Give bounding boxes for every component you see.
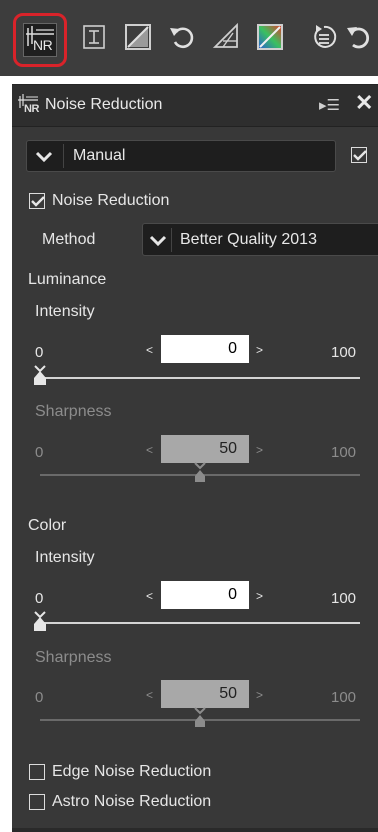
luminance-intensity-slider-thumb[interactable] (33, 370, 47, 386)
color-sharpness-min: 0 (35, 689, 44, 706)
color-sharpness-max: 100 (331, 689, 357, 706)
color-label: Color (28, 517, 67, 534)
edge-noise-reduction-label: Edge Noise Reduction (52, 763, 212, 780)
title-icon-text: NR (24, 103, 39, 115)
luminance-intensity-min: 0 (35, 344, 44, 361)
straighten-tool-button[interactable] (74, 17, 114, 57)
preset-enable-checkbox[interactable] (351, 147, 367, 163)
astro-noise-reduction-checkbox[interactable] (29, 794, 45, 810)
color-intensity-label: Intensity (35, 549, 95, 566)
rotate-tool-button[interactable] (162, 17, 202, 57)
luminance-intensity-track[interactable] (40, 377, 360, 379)
method-label: Method (42, 231, 96, 248)
luminance-intensity-input[interactable]: 0 (161, 335, 249, 363)
divider (171, 228, 172, 252)
nr-icon-text: NR (33, 37, 53, 53)
noise-reduction-icon: NR (23, 23, 57, 57)
decrement-arrow-icon[interactable]: < (146, 589, 153, 603)
color-sharpness-input: 50 (161, 680, 249, 708)
luminance-sharpness-input: 50 (161, 435, 249, 463)
toolbar: NR (0, 0, 378, 76)
luminance-intensity-max: 100 (331, 344, 357, 361)
undo-tool-button[interactable] (340, 17, 378, 57)
chevron-down-icon (35, 151, 53, 163)
close-icon[interactable]: ✕ (355, 92, 373, 114)
luminance-sharpness-slider-thumb (195, 470, 205, 482)
increment-arrow-icon: > (256, 443, 264, 457)
history-tool-button[interactable] (304, 17, 344, 57)
method-value: Better Quality 2013 (180, 231, 317, 248)
increment-arrow-icon[interactable]: > (256, 589, 263, 603)
astro-noise-reduction-label: Astro Noise Reduction (52, 793, 212, 810)
panel-menu-icon[interactable]: ▸☰ (319, 96, 340, 114)
levels-curves-tool-button[interactable] (118, 17, 158, 57)
color-balance-icon (257, 24, 283, 50)
decrement-arrow-icon[interactable]: < (146, 343, 153, 357)
color-intensity-input[interactable]: 0 (161, 581, 249, 609)
decrement-arrow-icon: < (146, 443, 154, 457)
straighten-icon (83, 25, 105, 49)
preset-value: Manual (73, 147, 126, 164)
preset-select[interactable]: Manual (26, 140, 336, 172)
noise-reduction-checkbox[interactable] (29, 193, 45, 209)
increment-arrow-icon: > (256, 688, 264, 702)
color-tool-button[interactable] (250, 17, 290, 57)
perspective-tool-button[interactable] (207, 17, 247, 57)
checkmark-icon (31, 196, 45, 207)
color-intensity-min: 0 (35, 590, 44, 607)
increment-arrow-icon[interactable]: > (256, 343, 263, 357)
decrement-arrow-icon: < (146, 688, 154, 702)
checkmark-icon (353, 150, 367, 161)
luminance-sharpness-label: Sharpness (35, 403, 112, 420)
color-sharpness-slider-thumb (195, 715, 205, 727)
divider (63, 144, 64, 168)
noise-reduction-label: Noise Reduction (52, 192, 170, 209)
undo-icon (347, 27, 369, 49)
levels-curves-icon (125, 24, 151, 50)
history-icon (314, 25, 337, 48)
color-intensity-max: 100 (331, 590, 357, 607)
rotate-icon (170, 27, 194, 49)
noise-reduction-panel: NR Noise Reduction ▸☰ ✕ Manual Noise Red… (12, 84, 378, 832)
luminance-sharpness-max: 100 (331, 444, 357, 461)
method-select[interactable]: Better Quality 2013 (142, 223, 378, 256)
noise-reduction-icon: NR (18, 94, 40, 116)
panel-titlebar[interactable]: NR Noise Reduction ▸☰ ✕ (12, 85, 378, 127)
color-intensity-track[interactable] (40, 622, 360, 624)
panel-title: Noise Reduction (45, 96, 163, 113)
luminance-intensity-label: Intensity (35, 303, 95, 320)
noise-reduction-tool-button[interactable]: NR (13, 13, 67, 67)
luminance-sharpness-min: 0 (35, 444, 44, 461)
edge-noise-reduction-checkbox[interactable] (29, 764, 45, 780)
perspective-icon (212, 22, 238, 48)
luminance-label: Luminance (28, 271, 107, 288)
panel-bottom-edge (12, 828, 378, 832)
color-intensity-slider-thumb[interactable] (33, 616, 47, 632)
chevron-down-icon (149, 235, 167, 247)
color-sharpness-label: Sharpness (35, 649, 112, 666)
